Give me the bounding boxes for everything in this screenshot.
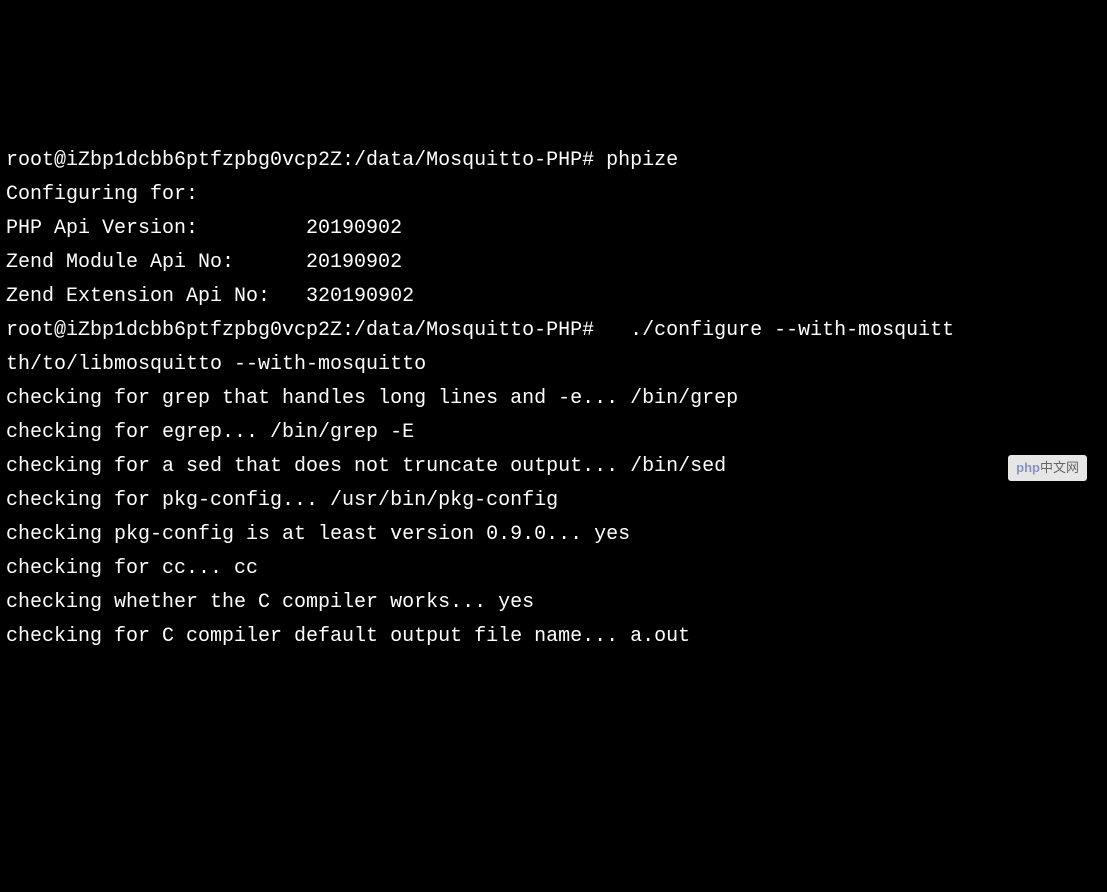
terminal-line: checking for pkg-config... /usr/bin/pkg-… [6, 484, 1101, 518]
terminal-line: checking for egrep... /bin/grep -E [6, 416, 1101, 450]
terminal-line: Configuring for: [6, 178, 1101, 212]
terminal-line: checking for a sed that does not truncat… [6, 450, 1101, 484]
watermark-badge: php中文网 [1008, 455, 1087, 481]
terminal-line: Zend Extension Api No: 320190902 [6, 280, 1101, 314]
terminal-line: root@iZbp1dcbb6ptfzpbg0vcp2Z:/data/Mosqu… [6, 314, 1101, 348]
terminal-line: checking for grep that handles long line… [6, 382, 1101, 416]
terminal-line: checking pkg-config is at least version … [6, 518, 1101, 552]
terminal-line: root@iZbp1dcbb6ptfzpbg0vcp2Z:/data/Mosqu… [6, 144, 1101, 178]
terminal-output: root@iZbp1dcbb6ptfzpbg0vcp2Z:/data/Mosqu… [6, 144, 1101, 654]
terminal-line: th/to/libmosquitto --with-mosquitto [6, 348, 1101, 382]
watermark-suffix: 中文网 [1040, 460, 1079, 475]
terminal-line: checking for C compiler default output f… [6, 620, 1101, 654]
terminal-line: PHP Api Version: 20190902 [6, 212, 1101, 246]
terminal-line: checking whether the C compiler works...… [6, 586, 1101, 620]
terminal-line: Zend Module Api No: 20190902 [6, 246, 1101, 280]
terminal-line: checking for cc... cc [6, 552, 1101, 586]
watermark-brand: php [1016, 460, 1040, 475]
